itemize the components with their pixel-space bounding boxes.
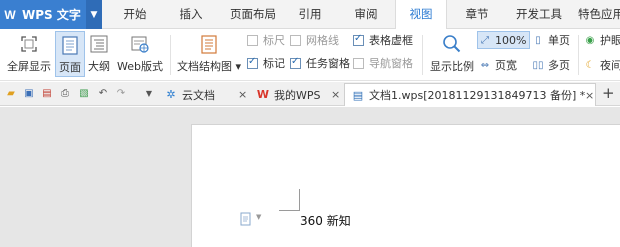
moon-icon: ☾ (585, 59, 595, 71)
ribbon-separator (170, 35, 171, 75)
zoom-label: 显示比例 (430, 60, 474, 73)
cloud-icon: ✲ (166, 88, 176, 101)
tab-view[interactable]: 视图 (395, 0, 447, 30)
zoom-100-label: 100% (495, 33, 527, 47)
multi-page-icon: ▯▯ (532, 59, 544, 71)
undo-icon[interactable]: ↶ (96, 86, 110, 100)
tab-special[interactable]: 特色应用 (573, 0, 620, 29)
night-mode-label: 夜间 (600, 59, 620, 72)
web-view-label: Web版式 (117, 60, 163, 73)
document-page[interactable] (191, 124, 620, 247)
web-view-button[interactable]: Web版式 (114, 31, 166, 77)
close-icon[interactable]: × (585, 89, 594, 102)
open-folder-icon[interactable]: ▰ (4, 86, 18, 100)
print-preview-icon[interactable]: ▧ (77, 86, 91, 100)
crop-mark (279, 210, 300, 211)
tab-insert[interactable]: 插入 (168, 0, 214, 29)
tab-page-layout[interactable]: 页面布局 (221, 0, 285, 29)
doc-structure-button[interactable]: 文档结构图 ▾ (176, 31, 242, 77)
ruler-checkbox[interactable]: 标尺 (247, 32, 285, 48)
single-page-icon: ▯ (535, 34, 541, 46)
tab-cloud-label: 云文档 (182, 88, 215, 102)
page-width-icon: ⇔ (480, 59, 490, 71)
document-icon: ▤ (352, 88, 364, 102)
nav-pane-checkbox[interactable]: 导航窗格 (353, 55, 413, 71)
eye-protect-button[interactable]: ◉ 护眼 (583, 31, 620, 49)
zoom-100-icon: ⤢ (481, 34, 489, 46)
task-pane-checkbox[interactable]: 任务窗格 (290, 55, 350, 71)
menu-bar: W WPS 文字 ▼ 开始 插入 页面布局 引用 审阅 视图 章节 开发工具 特… (0, 0, 620, 30)
zoom-100-button[interactable]: ⤢ 100% (477, 31, 531, 49)
multi-page-button[interactable]: ▯▯ 多页 (531, 56, 570, 74)
ribbon-separator (422, 35, 423, 75)
page-width-button[interactable]: ⇔ 页宽 (478, 56, 517, 74)
nav-pane-label: 导航窗格 (369, 57, 413, 70)
tab-my-wps[interactable]: W 我的WPS × (250, 83, 344, 106)
redo-icon[interactable]: ↷ (114, 86, 128, 100)
tab-document[interactable]: ▤ 文档1.wps[20181129131849713 备份] * × (344, 83, 596, 106)
gridlines-label: 网格线 (306, 34, 339, 47)
ribbon-view: 全屏显示 页面 大纲 Web版式 文档结构图 ▾ 标尺 网格线 表格虚框 标记 (0, 29, 620, 81)
single-page-label: 单页 (548, 34, 570, 47)
app-title: WPS 文字 (22, 8, 81, 22)
fullscreen-button[interactable]: 全屏显示 (5, 31, 53, 77)
tab-mywps-label: 我的WPS (274, 88, 321, 102)
print-icon[interactable]: ⎙ (58, 86, 72, 100)
single-page-button[interactable]: ▯ 单页 (531, 31, 570, 49)
night-mode-button[interactable]: ☾ 夜间 (583, 56, 620, 74)
multi-page-label: 多页 (548, 59, 570, 72)
tab-review[interactable]: 审阅 (345, 0, 387, 29)
close-icon[interactable]: × (331, 88, 340, 101)
eye-protect-icon: ◉ (585, 34, 595, 46)
table-gridlines-label: 表格虚框 (369, 34, 413, 47)
doc-structure-label: 文档结构图 ▾ (176, 60, 242, 73)
task-pane-label: 任务窗格 (306, 57, 350, 70)
export-pdf-icon[interactable]: ▤ (40, 86, 54, 100)
outline-view-icon (88, 33, 110, 55)
page-view-icon (59, 34, 81, 56)
page-width-label: 页宽 (495, 59, 517, 72)
table-gridlines-checkbox[interactable]: 表格虚框 (353, 32, 413, 48)
eye-protect-label: 护眼 (600, 34, 620, 47)
save-icon[interactable]: ▣ (22, 86, 36, 100)
wps-logo-icon: W (256, 88, 270, 101)
tab-bar: ▰ ▣ ▤ ⎙ ▧ ↶ ↷ ▼ ✲ 云文档 × W 我的WPS × ▤ 文档1.… (0, 82, 620, 106)
app-menu-button[interactable]: W WPS 文字 ▼ (0, 0, 102, 29)
page-view-label: 页面 (59, 61, 81, 74)
fullscreen-label: 全屏显示 (7, 60, 51, 73)
ruler-label: 标尺 (263, 34, 285, 47)
ribbon-separator (578, 35, 579, 75)
magnifier-icon (441, 33, 463, 55)
tab-start[interactable]: 开始 (112, 0, 158, 29)
doc-structure-icon (198, 33, 220, 55)
chevron-down-icon[interactable]: ▼ (256, 213, 261, 221)
wps-logo-icon: W (4, 7, 16, 22)
zoom-button[interactable]: 显示比例 (428, 31, 476, 77)
crop-mark (299, 189, 300, 210)
page-view-button[interactable]: 页面 (55, 31, 85, 77)
gridlines-checkbox[interactable]: 网格线 (290, 32, 339, 48)
mark-label: 标记 (263, 57, 285, 70)
customize-toolbar-icon[interactable]: ▼ (142, 86, 156, 100)
document-text[interactable]: 360 新知 (300, 212, 351, 229)
tab-developer[interactable]: 开发工具 (509, 0, 569, 29)
tab-document-label: 文档1.wps[20181129131849713 备份] * (369, 89, 586, 102)
tab-cloud-docs[interactable]: ✲ 云文档 × (158, 83, 250, 106)
mark-checkbox[interactable]: 标记 (247, 55, 285, 71)
new-tab-button[interactable]: + (602, 85, 615, 101)
paste-options-icon[interactable] (239, 212, 253, 226)
tab-chapter[interactable]: 章节 (455, 0, 499, 29)
outline-view-button[interactable]: 大纲 (86, 31, 112, 77)
chevron-down-icon[interactable]: ▼ (86, 0, 102, 29)
tab-references[interactable]: 引用 (289, 0, 331, 29)
close-icon[interactable]: × (238, 88, 247, 101)
fullscreen-icon (18, 33, 40, 55)
outline-view-label: 大纲 (88, 60, 110, 73)
web-view-icon (129, 33, 151, 55)
